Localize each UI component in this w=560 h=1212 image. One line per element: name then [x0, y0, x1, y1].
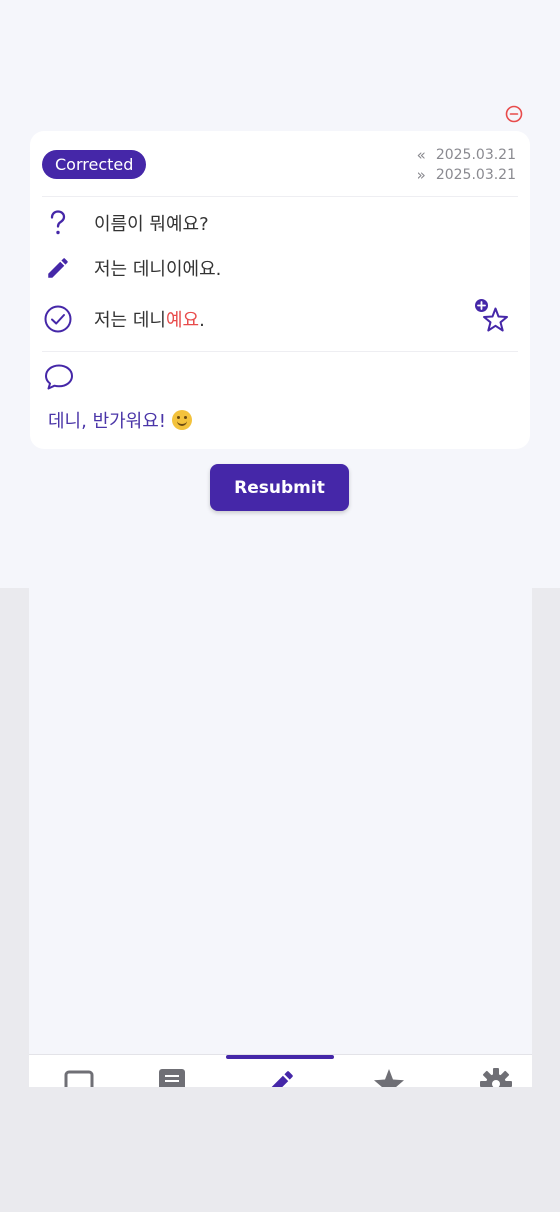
check-circle-icon — [42, 303, 74, 335]
date-created-row: « 2025.03.21 — [417, 145, 516, 165]
tab-home[interactable] — [29, 1055, 129, 1087]
resubmit-button[interactable]: Resubmit — [210, 464, 349, 511]
delete-entry-button[interactable] — [504, 104, 524, 124]
add-favorite-button[interactable] — [472, 297, 512, 337]
question-row: 이름이 뭐예요? — [42, 206, 209, 240]
comment-divider — [42, 351, 518, 352]
tab-notes[interactable] — [122, 1055, 222, 1087]
tab-write[interactable] — [230, 1055, 330, 1087]
gear-icon — [480, 1068, 512, 1087]
minus-circle-icon — [505, 105, 523, 123]
answer-row: 저는 데니이에요. — [42, 251, 221, 285]
double-left-arrow-icon: « — [416, 146, 426, 164]
question-mark-icon — [42, 207, 74, 239]
question-text: 이름이 뭐예요? — [94, 214, 209, 235]
answer-text: 저는 데니이에요. — [94, 259, 222, 280]
status-badge: Corrected — [42, 150, 147, 179]
content-area — [29, 588, 532, 1086]
date-corrected: 2025.03.21 — [435, 167, 516, 183]
correction-suffix: . — [199, 310, 205, 331]
bottom-tab-bar — [29, 1054, 532, 1087]
smiling-face-emoji — [172, 410, 193, 430]
diary-entry-card: Corrected « 2025.03.21 » 2025.03.21 이름이 … — [30, 131, 530, 449]
square-icon — [64, 1070, 94, 1087]
date-created: 2025.03.21 — [435, 147, 516, 163]
speech-bubble-icon — [42, 361, 76, 393]
pencil-icon — [271, 1071, 293, 1087]
add-star-icon — [475, 299, 508, 332]
teacher-comment: 데니, 반가워요! — [48, 407, 193, 433]
correction-prefix: 저는 데니 — [94, 310, 166, 331]
correction-highlight: 예요 — [165, 310, 200, 331]
correction-row: 저는 데니예요. — [42, 302, 205, 336]
tab-favorites[interactable] — [339, 1055, 439, 1087]
note-icon — [159, 1069, 185, 1087]
tab-settings[interactable] — [446, 1055, 532, 1087]
header-divider — [42, 196, 518, 197]
star-icon — [374, 1069, 404, 1087]
comment-text: 데니, 반가워요! — [48, 411, 167, 432]
entry-dates: « 2025.03.21 » 2025.03.21 — [417, 145, 516, 185]
correction-text: 저는 데니예요. — [94, 306, 205, 332]
pencil-icon — [42, 252, 74, 284]
date-corrected-row: » 2025.03.21 — [417, 165, 516, 185]
double-right-arrow-icon: » — [416, 166, 426, 184]
